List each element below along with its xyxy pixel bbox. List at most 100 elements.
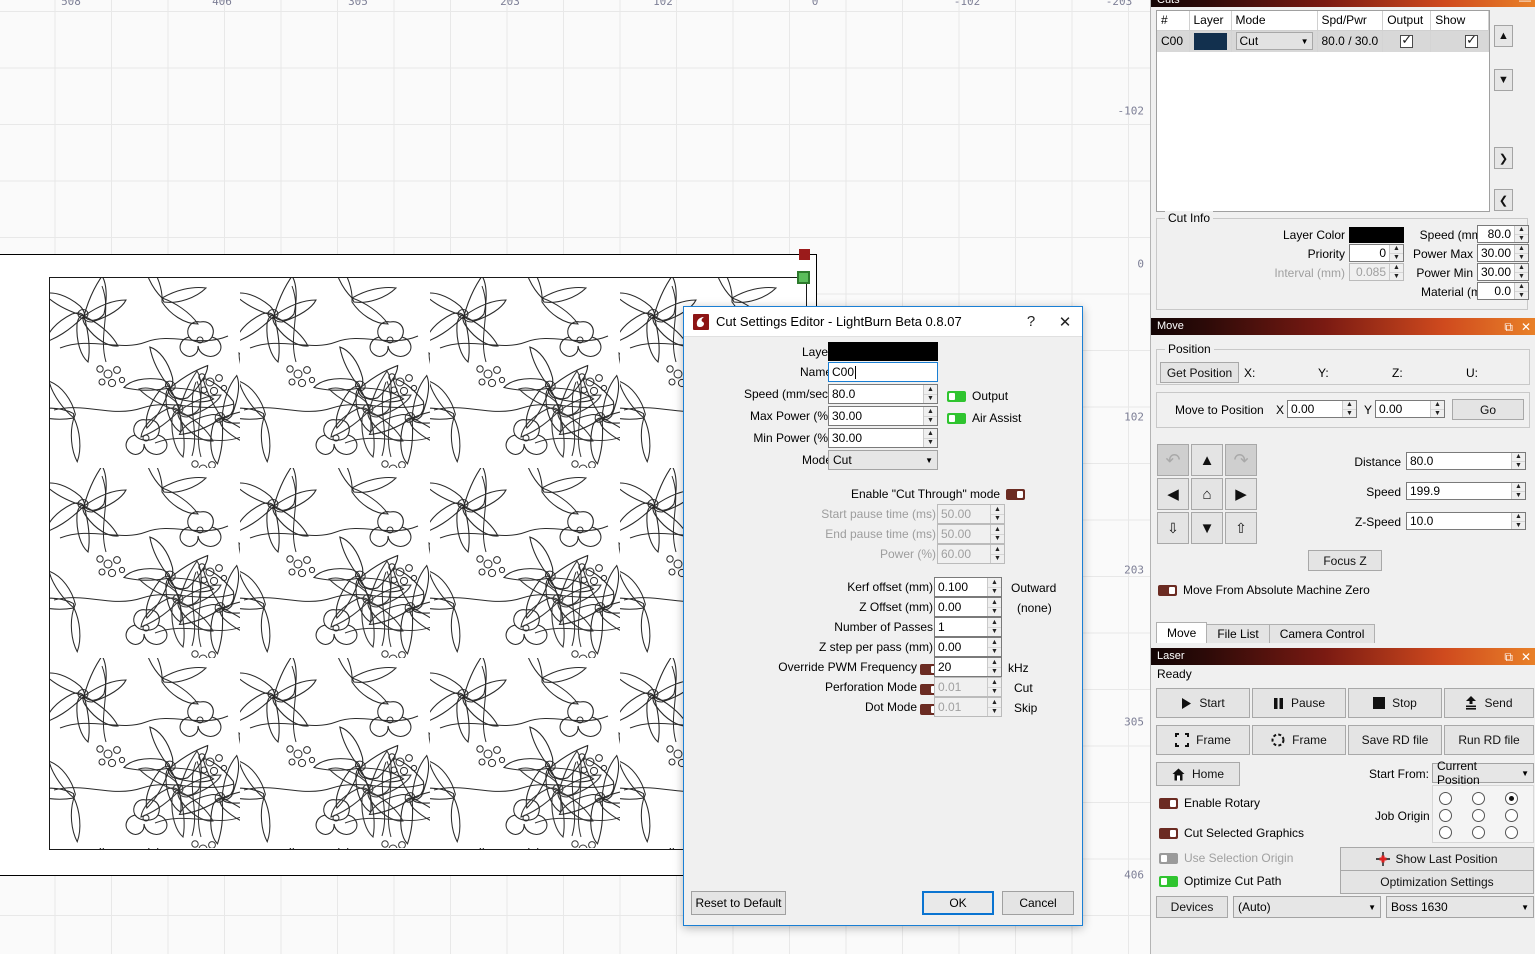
z-step-per-pass-input[interactable]: [935, 638, 987, 656]
distance-input[interactable]: [1407, 453, 1511, 469]
number-of-passes-input[interactable]: [935, 618, 987, 636]
zspeed-input[interactable]: [1407, 513, 1511, 529]
job-origin-top-right[interactable]: [1505, 792, 1518, 805]
dialog-help-button[interactable]: ?: [1014, 307, 1048, 337]
show-checkbox[interactable]: [1465, 32, 1479, 49]
job-origin-middle-left[interactable]: [1439, 809, 1452, 822]
spin-down-icon[interactable]: ▼: [1515, 254, 1528, 262]
move-to-x-spinner[interactable]: ▲▼: [1287, 400, 1357, 418]
spin-down-icon[interactable]: ▼: [988, 648, 1001, 657]
jog-z-up-button[interactable]: ⇧: [1225, 512, 1257, 544]
min-power-input[interactable]: [829, 429, 923, 447]
spin-down-icon[interactable]: ▼: [1515, 292, 1528, 300]
spin-down-icon[interactable]: ▼: [924, 395, 937, 404]
spin-up-icon[interactable]: ▲: [988, 578, 1001, 588]
spin-up-icon[interactable]: ▲: [924, 429, 937, 439]
spin-up-icon[interactable]: ▲: [1512, 513, 1525, 522]
reset-to-default-button[interactable]: Reset to Default: [691, 891, 786, 915]
job-origin-bottom-left[interactable]: [1439, 826, 1452, 839]
max-power-spinner[interactable]: ▲▼: [828, 406, 938, 426]
spin-down-icon[interactable]: ▼: [924, 417, 937, 426]
z-offset-spinner[interactable]: ▲▼: [934, 597, 1002, 617]
spin-up-icon[interactable]: ▲: [1512, 483, 1525, 492]
move-close-icon[interactable]: ✕: [1521, 321, 1531, 333]
row-mode-combo[interactable]: Cut ▼: [1235, 32, 1313, 51]
kerf-spinner[interactable]: ▲▼: [934, 577, 1002, 597]
spin-up-icon[interactable]: ▲: [924, 385, 937, 395]
col-show[interactable]: Show: [1430, 11, 1489, 31]
spin-down-icon[interactable]: ▼: [1515, 235, 1528, 243]
jog-right-button[interactable]: ▶: [1225, 478, 1257, 510]
material-input[interactable]: [1478, 283, 1514, 299]
jog-left-button[interactable]: ◀: [1157, 478, 1189, 510]
speed-spinner[interactable]: ▲▼: [828, 384, 938, 404]
laser-close-icon[interactable]: ✕: [1521, 651, 1531, 663]
jog-home-button[interactable]: ⌂: [1191, 478, 1223, 510]
spin-down-icon[interactable]: ▼: [988, 588, 1001, 597]
absolute-machine-zero-toggle[interactable]: [1158, 584, 1177, 596]
cut-settings-editor-dialog[interactable]: Cut Settings Editor - LightBurn Beta 0.8…: [683, 306, 1083, 926]
optimize-cut-path-toggle[interactable]: [1159, 875, 1178, 887]
cancel-button[interactable]: Cancel: [1002, 891, 1074, 915]
output-row[interactable]: Output: [947, 389, 1008, 403]
jog-down-button[interactable]: ▼: [1191, 512, 1223, 544]
show-last-position-button[interactable]: Show Last Position: [1340, 847, 1534, 871]
spin-down-icon[interactable]: ▼: [988, 668, 1001, 677]
spin-down-icon[interactable]: ▼: [924, 439, 937, 448]
speed-input[interactable]: [1478, 226, 1514, 242]
spin-up-icon[interactable]: ▲: [988, 658, 1001, 668]
tab-file-list[interactable]: File List: [1206, 624, 1270, 643]
number-of-passes-spinner[interactable]: ▲▼: [934, 617, 1002, 637]
job-origin-top-center[interactable]: [1472, 792, 1485, 805]
output-checkbox[interactable]: [1400, 32, 1414, 49]
cell-mode[interactable]: Cut ▼: [1231, 30, 1318, 52]
spin-up-icon[interactable]: ▲: [924, 407, 937, 417]
job-origin-bottom-center[interactable]: [1472, 826, 1485, 839]
distance-spinner[interactable]: ▲▼: [1406, 452, 1526, 470]
optimize-cut-path-row[interactable]: Optimize Cut Path: [1159, 874, 1281, 888]
kerf-input[interactable]: [935, 578, 987, 596]
spin-up-icon[interactable]: ▲: [1515, 245, 1528, 254]
spin-up-icon[interactable]: ▲: [1431, 401, 1444, 410]
move-dock-tabs[interactable]: Move File List Camera Control: [1156, 622, 1376, 643]
power-max-input[interactable]: [1478, 245, 1514, 261]
name-field[interactable]: C00: [828, 362, 938, 382]
enable-rotary-row[interactable]: Enable Rotary: [1159, 796, 1260, 810]
devices-button[interactable]: Devices: [1156, 896, 1228, 918]
spin-up-icon[interactable]: ▲: [1515, 226, 1528, 235]
speed-input[interactable]: [829, 385, 923, 403]
power-min-spinner[interactable]: ▲▼: [1477, 263, 1529, 281]
z-offset-input[interactable]: [935, 598, 987, 616]
device-combo[interactable]: Boss 1630 ▼: [1386, 896, 1534, 918]
cell-output[interactable]: [1382, 30, 1432, 52]
spin-down-icon[interactable]: ▼: [1343, 410, 1356, 418]
pause-button[interactable]: Pause: [1252, 688, 1346, 718]
col-layer[interactable]: Layer: [1189, 11, 1232, 31]
speed-spinner[interactable]: ▲▼: [1477, 225, 1529, 243]
dialog-close-button[interactable]: ✕: [1048, 307, 1082, 337]
job-origin-middle-right[interactable]: [1505, 809, 1518, 822]
spin-up-icon[interactable]: ▲: [1343, 401, 1356, 410]
move-layer-up-button[interactable]: ▲: [1494, 25, 1513, 47]
dialog-titlebar[interactable]: Cut Settings Editor - LightBurn Beta 0.8…: [684, 307, 1082, 337]
save-rd-file-button[interactable]: Save RD file: [1348, 725, 1442, 755]
material-spinner[interactable]: ▲▼: [1477, 282, 1529, 300]
move-to-x-input[interactable]: [1288, 401, 1342, 417]
job-origin-middle-center[interactable]: [1472, 809, 1485, 822]
move-layer-left-button[interactable]: ❮: [1494, 189, 1513, 211]
laser-float-icon[interactable]: ⧉: [1504, 651, 1513, 663]
job-origin-grid[interactable]: [1432, 785, 1534, 843]
job-origin-top-left[interactable]: [1439, 792, 1452, 805]
cell-show[interactable]: [1430, 30, 1489, 52]
cut-through-toggle[interactable]: [1006, 488, 1026, 500]
selection-handle-start[interactable]: [797, 271, 810, 284]
ok-button[interactable]: OK: [922, 891, 994, 915]
table-row[interactable]: C00 Cut ▼ 80.0 / 30.0 ✓ ✓: [1157, 30, 1489, 52]
frame-circle-button[interactable]: Frame: [1252, 725, 1346, 755]
col-num[interactable]: #: [1157, 11, 1190, 31]
job-origin-bottom-right[interactable]: [1505, 826, 1518, 839]
focus-z-button[interactable]: Focus Z: [1308, 550, 1382, 571]
jog-up-button[interactable]: ▲: [1191, 444, 1223, 476]
spin-down-icon[interactable]: ▼: [1512, 522, 1525, 530]
output-toggle[interactable]: [947, 390, 966, 402]
